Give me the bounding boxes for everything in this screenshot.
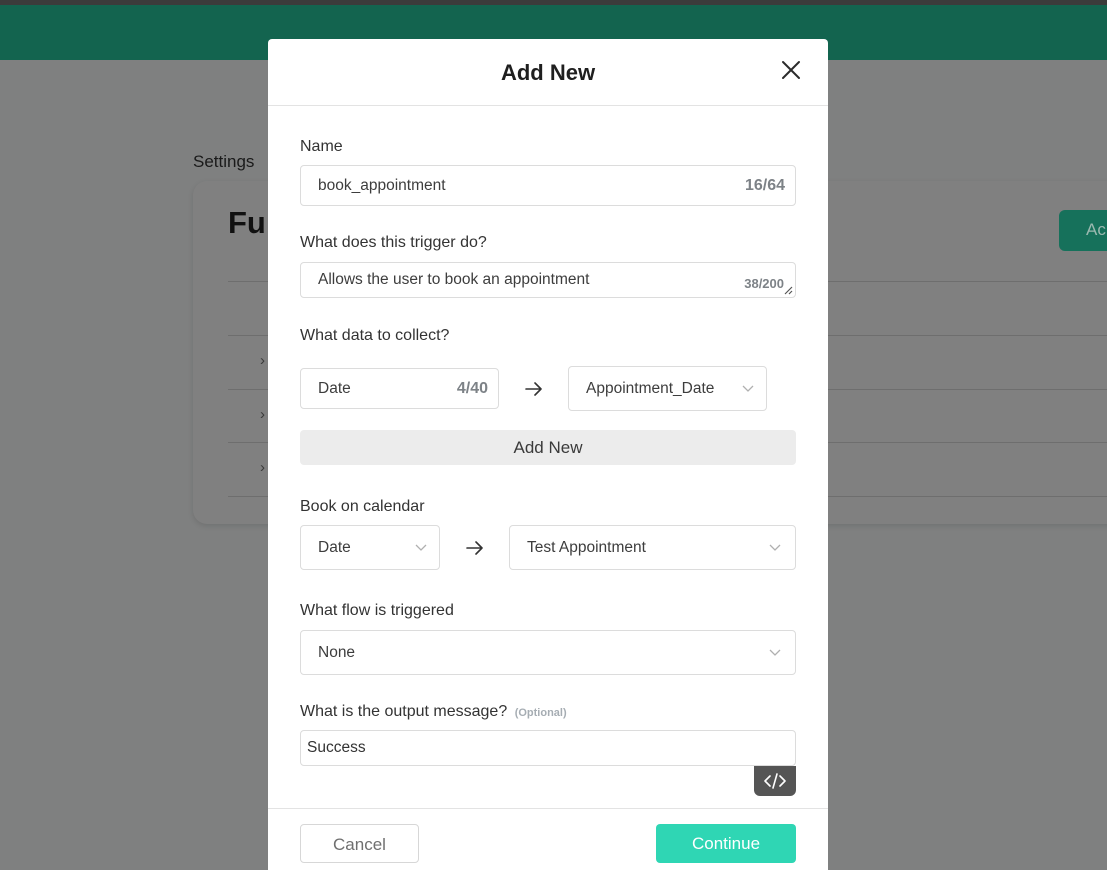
background-row-chevron: › [260,352,265,369]
output-message-value: Success [307,739,366,756]
output-label-text: What is the output message? [300,703,508,720]
output-message-input[interactable]: Success [300,730,796,766]
calendar-select[interactable]: Test Appointment [509,525,796,570]
arrow-right-icon [466,541,483,555]
optional-tag: (Optional) [514,707,567,719]
add-data-field-button[interactable]: Add New [300,430,796,465]
data-mapping-value: Appointment_Date [586,380,715,397]
data-collect-label: What data to collect? [300,327,450,344]
code-toggle-button[interactable] [754,766,796,796]
chevron-down-icon [769,544,781,551]
flow-value: None [318,644,356,661]
description-counter: 38/200 [744,276,784,291]
name-input[interactable]: book_appointment 16/64 [300,165,796,206]
continue-button[interactable]: Continue [656,824,796,863]
background-add-button: Ac [1059,210,1107,251]
data-mapping-select[interactable]: Appointment_Date [568,366,767,411]
modal-header: Add New [268,39,828,106]
calendar-label: Book on calendar [300,498,425,515]
name-counter: 16/64 [744,177,785,194]
chevron-down-icon [742,385,754,392]
close-icon[interactable] [780,59,802,81]
background-card-title: Fu [228,205,266,240]
description-value: Allows the user to book an appointment [318,271,590,288]
modal-title: Add New [500,60,596,85]
description-textarea[interactable]: Allows the user to book an appointment 3… [300,262,796,298]
calendar-date-value: Date [318,539,351,556]
name-label: Name [300,138,343,155]
chevron-down-icon [415,544,427,551]
data-field-counter: 4/40 [456,380,488,397]
code-icon [764,773,786,789]
flow-label: What flow is triggered [300,602,454,619]
calendar-value: Test Appointment [527,539,646,556]
data-field-value: Date [318,380,351,397]
data-field-input[interactable]: Date 4/40 [300,368,499,409]
background-row-chevron: › [260,459,265,476]
flow-select[interactable]: None [300,630,796,675]
output-label: What is the output message? (Optional) [300,703,567,721]
modal-footer: Cancel Continue [268,808,828,870]
chevron-down-icon [769,649,781,656]
calendar-date-select[interactable]: Date [300,525,440,570]
add-new-modal: Add New Name book_appointment 16/64 What… [268,39,828,870]
resize-handle-icon[interactable] [784,286,793,295]
cancel-button[interactable]: Cancel [300,824,419,863]
arrow-right-icon [525,382,542,396]
background-row-chevron: › [260,406,265,423]
name-value: book_appointment [318,177,446,194]
description-label: What does this trigger do? [300,234,487,251]
breadcrumb: Settings [193,152,255,171]
